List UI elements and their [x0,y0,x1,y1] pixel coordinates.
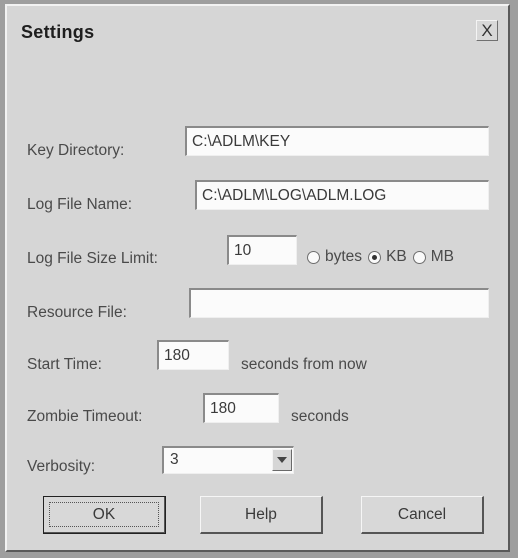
start-time-label: Start Time: [27,356,102,373]
close-button[interactable]: X [476,20,498,41]
key-directory-input[interactable] [185,126,489,156]
dialog-title: Settings [21,22,95,42]
help-button-label: Help [245,505,277,523]
radio-kb-label: KB [386,248,407,265]
resource-file-input[interactable] [189,288,489,318]
title-bar: Settings X [7,6,508,54]
radio-mb-circle [412,250,426,264]
zombie-timeout-suffix: seconds [291,408,349,425]
verbosity-select[interactable]: 3 [162,446,294,474]
start-time-suffix: seconds from now [241,356,367,373]
verbosity-value: 3 [170,451,179,468]
radio-bytes-circle [307,250,320,264]
radio-mb-label: MB [430,248,454,265]
help-button[interactable]: Help [200,496,323,534]
zombie-timeout-label: Zombie Timeout: [27,408,143,425]
log-file-size-limit-label: Log File Size Limit: [27,250,158,267]
radio-bytes[interactable]: bytes [307,248,362,266]
ok-button[interactable]: OK [43,496,166,534]
settings-dialog: Settings X Key Directory: Log File Name:… [5,4,510,552]
start-time-input[interactable] [157,340,229,370]
cancel-button[interactable]: Cancel [361,496,484,534]
log-file-name-input[interactable] [195,180,489,210]
chevron-down-icon[interactable] [272,449,292,471]
key-directory-label: Key Directory: [27,142,125,159]
radio-kb[interactable]: KB [368,248,407,266]
ok-button-label: OK [92,505,116,523]
log-file-name-label: Log File Name: [27,196,133,213]
close-icon: X [481,21,493,40]
radio-kb-circle [368,250,382,264]
radio-mb[interactable]: MB [412,248,454,266]
size-unit-radio-group: bytes KB MB [307,248,454,266]
verbosity-label: Verbosity: [27,458,96,475]
zombie-timeout-input[interactable] [203,393,279,423]
log-file-size-limit-input[interactable] [227,235,297,265]
cancel-button-label: Cancel [397,505,447,523]
resource-file-label: Resource File: [27,304,127,321]
radio-bytes-label: bytes [325,248,363,265]
